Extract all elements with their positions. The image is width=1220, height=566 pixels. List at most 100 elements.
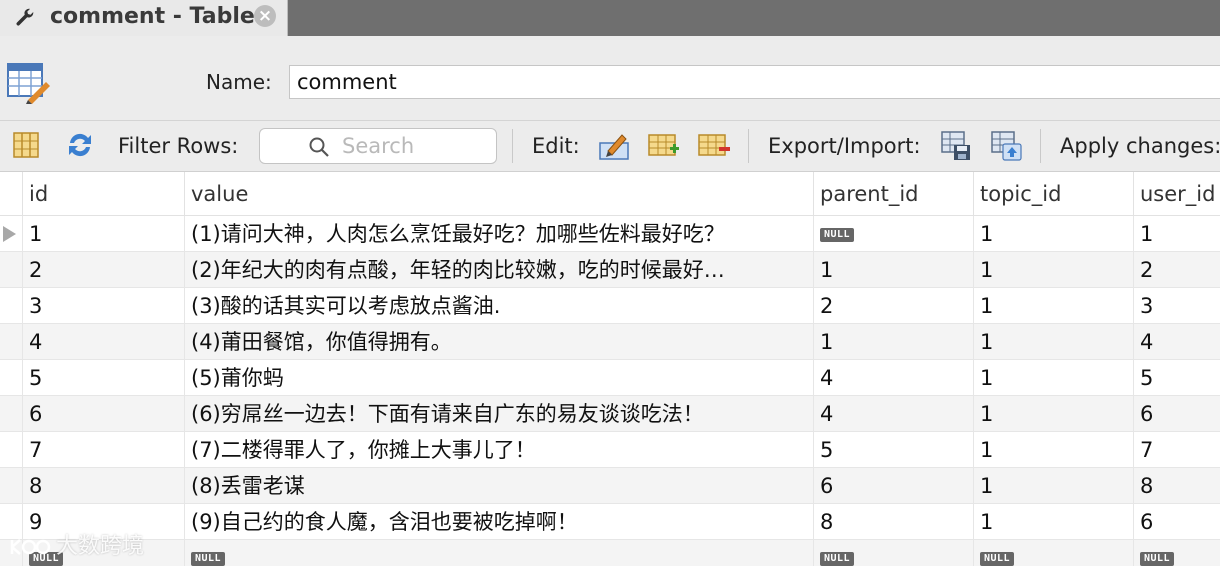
cell-user-id[interactable]: 7 [1133,432,1220,468]
cell-parent-id[interactable]: NULL [813,540,973,566]
filter-rows-label: Filter Rows: [118,134,239,158]
cell-user-id[interactable]: 4 [1133,324,1220,360]
cell-parent-id[interactable]: 1 [813,252,973,288]
cell-value[interactable]: (3)酸的话其实可以考虑放点酱油. [184,288,813,324]
cell-parent-id[interactable]: NULL [813,216,973,252]
cell-id[interactable]: 5 [22,360,184,396]
cell-value[interactable]: NULL [184,540,813,566]
null-badge: NULL [191,552,226,566]
cell-parent-id[interactable]: 4 [813,360,973,396]
cell-user-id[interactable]: 1 [1133,216,1220,252]
column-header-id[interactable]: id [22,172,184,216]
cell-id[interactable]: 4 [22,324,184,360]
cell-parent-id[interactable]: 4 [813,396,973,432]
tab-comment-table[interactable]: comment - Table × [0,0,288,36]
cell-id[interactable]: 1 [22,216,184,252]
cell-parent-id[interactable]: 2 [813,288,973,324]
table-row[interactable]: 4 (4)莆田餐馆，你值得拥有。 1 1 4 [0,324,1220,360]
cell-topic-id[interactable]: 1 [973,324,1133,360]
watermark-logo-icon [10,539,51,555]
result-grid: id value parent_id topic_id user_id 1 (1)… [0,172,1220,566]
table-row[interactable]: 1 (1)请问大神，人肉怎么烹饪最好吃？加哪些佐料最好吃？ NULL 1 1 [0,216,1220,252]
cell-topic-id[interactable]: 1 [973,396,1133,432]
cell-id[interactable]: 7 [22,432,184,468]
cell-value[interactable]: (9)自己约的食人魔，含泪也要被吃掉啊！ [184,504,813,540]
toolbar-divider [512,129,513,163]
cell-topic-id[interactable]: 1 [973,360,1133,396]
columns-icon[interactable] [10,129,42,161]
cell-user-id[interactable]: 2 [1133,252,1220,288]
current-row-marker-icon [3,226,16,242]
cell-id[interactable]: 8 [22,468,184,504]
apply-changes-label: Apply changes: [1060,134,1220,158]
table-edit-icon [7,63,50,104]
cell-parent-id[interactable]: 8 [813,504,973,540]
column-header-user-id[interactable]: user_id [1133,172,1220,216]
toolbar-divider [748,129,749,163]
cell-user-id[interactable]: 3 [1133,288,1220,324]
edit-row-icon[interactable] [598,129,630,161]
cell-id[interactable]: 2 [22,252,184,288]
cell-topic-id[interactable]: 1 [973,468,1133,504]
cell-id[interactable]: 3 [22,288,184,324]
cell-topic-id[interactable]: 1 [973,252,1133,288]
cell-parent-id[interactable]: 5 [813,432,973,468]
cell-topic-id[interactable]: 1 [973,216,1133,252]
delete-row-icon[interactable] [698,129,730,161]
cell-parent-id[interactable]: 6 [813,468,973,504]
table-row[interactable]: 3 (3)酸的话其实可以考虑放点酱油. 2 1 3 [0,288,1220,324]
table-row[interactable]: 7 (7)二楼得罪人了，你摊上大事儿了！ 5 1 7 [0,432,1220,468]
watermark: 大数跨境 [8,528,144,560]
null-badge: NULL [980,552,1015,566]
table-row[interactable]: 8 (8)丢雷老谋 6 1 8 [0,468,1220,504]
name-row: Name: comment [0,36,1220,120]
watermark-text: 大数跨境 [56,534,145,559]
table-row[interactable]: 2 (2)年纪大的肉有点酸，年轻的肉比较嫩，吃的时候最好… 1 1 2 [0,252,1220,288]
table-row[interactable]: NULL NULL NULL NULL NULL [0,540,1220,566]
edit-label: Edit: [532,134,580,158]
column-header-topic-id[interactable]: topic_id [973,172,1133,216]
cell-topic-id[interactable]: 1 [973,504,1133,540]
cell-topic-id[interactable]: 1 [973,288,1133,324]
column-header-parent-id[interactable]: parent_id [813,172,973,216]
cell-value[interactable]: (5)莆你蚂 [184,360,813,396]
search-icon [309,137,329,157]
cell-user-id[interactable]: NULL [1133,540,1220,566]
search-placeholder: Search [342,134,415,158]
table-row[interactable]: 5 (5)莆你蚂 4 1 5 [0,360,1220,396]
cell-value[interactable]: (6)穷屌丝一边去！下面有请来自广东的易友谈谈吃法！ [184,396,813,432]
null-badge: NULL [820,228,855,242]
cell-topic-id[interactable]: NULL [973,540,1133,566]
add-row-icon[interactable] [648,129,680,161]
toolbar: Filter Rows: Search Edit: Export/Import: [0,120,1220,172]
wrench-icon [16,8,34,26]
table-row[interactable]: 9 (9)自己约的食人魔，含泪也要被吃掉啊！ 8 1 6 [0,504,1220,540]
cell-user-id[interactable]: 5 [1133,360,1220,396]
null-badge: NULL [820,552,855,566]
export-icon[interactable] [940,129,972,161]
name-label: Name: [206,70,272,94]
refresh-icon[interactable] [64,129,96,161]
table-name-input[interactable]: comment [289,65,1220,99]
cell-user-id[interactable]: 6 [1133,504,1220,540]
cell-topic-id[interactable]: 1 [973,432,1133,468]
import-icon[interactable] [990,129,1022,161]
cell-parent-id[interactable]: 1 [813,324,973,360]
export-import-label: Export/Import: [768,134,921,158]
cell-user-id[interactable]: 8 [1133,468,1220,504]
cell-user-id[interactable]: 6 [1133,396,1220,432]
toolbar-divider [1040,129,1041,163]
cell-value[interactable]: (1)请问大神，人肉怎么烹饪最好吃？加哪些佐料最好吃？ [184,216,813,252]
search-input[interactable]: Search [259,128,497,164]
cell-value[interactable]: (4)莆田餐馆，你值得拥有。 [184,324,813,360]
cell-value[interactable]: (7)二楼得罪人了，你摊上大事儿了！ [184,432,813,468]
table-row[interactable]: 6 (6)穷屌丝一边去！下面有请来自广东的易友谈谈吃法！ 4 1 6 [0,396,1220,432]
tab-title: comment - Table [50,4,255,29]
cell-id[interactable]: 6 [22,396,184,432]
close-icon[interactable]: × [254,5,276,27]
column-header-value[interactable]: value [184,172,813,216]
cell-value[interactable]: (8)丢雷老谋 [184,468,813,504]
tab-bar: comment - Table × [0,0,1220,36]
cell-value[interactable]: (2)年纪大的肉有点酸，年轻的肉比较嫩，吃的时候最好… [184,252,813,288]
grid-header: id value parent_id topic_id user_id [0,172,1220,216]
